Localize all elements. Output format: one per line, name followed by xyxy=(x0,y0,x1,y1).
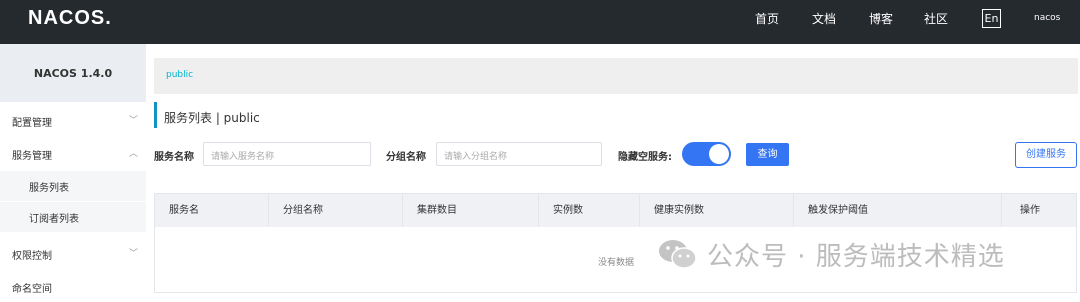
sidebar-item-label: 权限控制 xyxy=(12,251,52,262)
group-name-input[interactable]: 请输入分组名称 xyxy=(436,142,602,166)
column-header-group-name: 分组名称 xyxy=(269,194,403,227)
sidebar-item-label: 命名空间 xyxy=(12,284,52,295)
nav-blog[interactable]: 博客 xyxy=(869,10,893,27)
chevron-down-icon: ﹀ xyxy=(129,116,139,126)
sidebar-item-label: 服务管理 xyxy=(12,151,52,162)
service-name-input[interactable]: 请输入服务名称 xyxy=(203,142,371,166)
service-name-label: 服务名称 xyxy=(154,152,194,163)
nav-community[interactable]: 社区 xyxy=(924,10,948,27)
column-header-actions: 操作 xyxy=(1020,205,1040,216)
sidebar-item-service-list[interactable]: 服务列表 xyxy=(0,171,146,201)
sidebar-item-label: 配置管理 xyxy=(12,118,52,129)
top-bar: NACOS. 首页 文档 博客 社区 En nacos xyxy=(0,0,1080,44)
wechat-icon xyxy=(659,240,697,269)
version-label: NACOS 1.4.0 xyxy=(0,44,146,102)
column-header-cluster-count: 集群数目 xyxy=(403,194,539,227)
toggle-knob xyxy=(709,144,729,164)
nacos-logo[interactable]: NACOS. xyxy=(28,7,112,30)
empty-table-text: 没有数据 xyxy=(598,258,635,268)
page-title: 服务列表 | public xyxy=(164,111,260,125)
table-header: 服务名 分组名称 集群数目 实例数 健康实例数 触发保护阈值 操作 xyxy=(155,194,1076,227)
language-switch-button[interactable]: En xyxy=(982,9,1001,28)
title-accent-bar xyxy=(154,102,157,128)
breadcrumb-namespace[interactable]: public xyxy=(166,70,193,80)
query-button[interactable]: 查询 xyxy=(746,143,789,166)
column-header-healthy-instance-count: 健康实例数 xyxy=(640,194,794,227)
breadcrumb: public xyxy=(154,58,1078,94)
nav-docs[interactable]: 文档 xyxy=(812,10,836,27)
nav-home[interactable]: 首页 xyxy=(755,10,779,27)
hide-empty-services-label: 隐藏空服务: xyxy=(618,152,672,163)
chevron-down-icon: ﹀ xyxy=(129,249,139,259)
sidebar-item-config-management[interactable]: 配置管理 ﹀ xyxy=(0,106,146,136)
sidebar-item-label: 服务列表 xyxy=(29,183,69,194)
chevron-up-icon: ︿ xyxy=(129,149,139,159)
column-header-protect-threshold: 触发保护阈值 xyxy=(794,194,1002,227)
create-service-button[interactable]: 创建服务 xyxy=(1015,142,1077,168)
sidebar-item-label: 订阅者列表 xyxy=(29,214,79,225)
column-header-service-name: 服务名 xyxy=(155,194,269,227)
user-name[interactable]: nacos xyxy=(1034,13,1060,23)
group-name-label: 分组名称 xyxy=(386,152,426,163)
wechat-watermark: 公众号 · 服务端技术精选 xyxy=(657,237,1005,272)
sidebar-item-subscriber-list[interactable]: 订阅者列表 xyxy=(0,202,146,232)
watermark-text: 公众号 · 服务端技术精选 xyxy=(707,241,1005,272)
sidebar-item-service-management[interactable]: 服务管理 ︿ xyxy=(0,139,146,169)
hide-empty-services-toggle[interactable] xyxy=(682,142,731,166)
sidebar-item-access-control[interactable]: 权限控制 ﹀ xyxy=(0,239,146,269)
column-header-instance-count: 实例数 xyxy=(539,194,640,227)
sidebar: NACOS 1.4.0 配置管理 ﹀ 服务管理 ︿ 服务列表 订阅者列表 权限控… xyxy=(0,44,146,298)
